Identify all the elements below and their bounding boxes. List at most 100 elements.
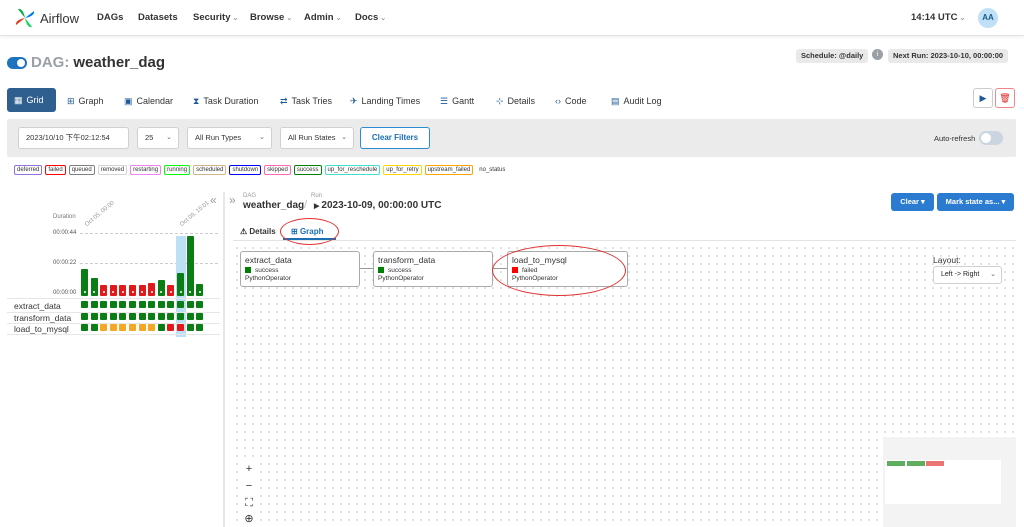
task-instance-cell[interactable] <box>81 301 88 308</box>
tab-task-duration[interactable]: ⧗ Task Duration <box>193 94 258 108</box>
task-instance-cell[interactable] <box>167 313 175 320</box>
tab-code[interactable]: ‹› Code <box>555 94 587 108</box>
task-instance-cell[interactable] <box>167 301 175 308</box>
legend-skipped[interactable]: skipped <box>264 165 291 175</box>
nav-browse[interactable]: Browse ⌄ <box>250 12 292 23</box>
collapse-grid-icon[interactable]: « <box>210 193 217 207</box>
task-instance-cell[interactable] <box>90 313 98 320</box>
legend-failed[interactable]: failed <box>45 165 66 175</box>
legend-restarting[interactable]: restarting <box>130 165 162 175</box>
task-instance-cell[interactable] <box>109 324 117 331</box>
task-instance-cell[interactable] <box>196 324 204 331</box>
task-instance-cell[interactable] <box>90 301 98 308</box>
task-instance-cell[interactable] <box>186 301 194 308</box>
tab-grid[interactable]: ▦ Grid <box>7 88 56 112</box>
tab-graph[interactable]: ⊞ Graph <box>67 94 104 108</box>
nav-datasets[interactable]: Datasets <box>138 12 178 23</box>
duration-bar[interactable] <box>90 278 98 296</box>
task-instance-cell[interactable] <box>119 301 127 308</box>
task-instance-cell[interactable] <box>138 301 146 308</box>
legend-queued[interactable]: queued <box>68 165 95 175</box>
tab-landing-times[interactable]: ✈ Landing Times <box>350 94 420 108</box>
legend-success[interactable]: success <box>293 165 322 175</box>
task-instance-cell[interactable] <box>167 324 175 331</box>
duration-bar[interactable] <box>196 284 204 296</box>
trigger-dag-button[interactable]: ▶ <box>973 88 993 108</box>
task-instance-cell[interactable] <box>196 301 204 308</box>
mark-state-button[interactable]: Mark state as... ▾ <box>937 193 1014 211</box>
task-instance-cell[interactable] <box>186 324 194 331</box>
subtab-details[interactable]: ⚠ Details <box>240 227 276 236</box>
clear-filters-button[interactable]: Clear Filters <box>360 127 430 149</box>
run-type-select[interactable]: All Run Types ⌄ <box>187 127 272 149</box>
task-instance-cell[interactable] <box>138 313 146 320</box>
nav-security[interactable]: Security ⌄ <box>193 12 238 23</box>
task-instance-cell[interactable] <box>157 313 165 320</box>
breadcrumb-run-name[interactable]: ▶ 2023-10-09, 00:00:00 UTC <box>314 200 441 211</box>
legend-shutdown[interactable]: shutdown <box>229 165 262 175</box>
task-instance-cell[interactable] <box>119 324 127 331</box>
tab-task-tries[interactable]: ⇄ Task Tries <box>280 94 332 108</box>
task-instance-cell[interactable] <box>81 313 88 320</box>
nav-admin[interactable]: Admin ⌄ <box>304 12 341 23</box>
task-instance-cell[interactable] <box>196 313 204 320</box>
task-instance-cell[interactable] <box>100 301 108 308</box>
panel-divider[interactable] <box>223 192 225 527</box>
num-runs-select[interactable]: 25 ⌄ <box>137 127 179 149</box>
legend-scheduled[interactable]: scheduled <box>193 165 227 175</box>
auto-refresh-toggle[interactable] <box>979 131 1003 145</box>
task-instance-cell[interactable] <box>148 313 156 320</box>
task-instance-cell[interactable] <box>148 301 156 308</box>
zoom-in-button[interactable]: + <box>239 461 259 477</box>
user-avatar[interactable]: AA <box>978 8 998 28</box>
task-instance-cell[interactable] <box>157 324 165 331</box>
task-name-load[interactable]: load_to_mysql <box>14 324 69 334</box>
brand-name[interactable]: Airflow <box>40 11 79 26</box>
legend-up-for-reschedule[interactable]: up_for_reschedule <box>324 165 381 175</box>
task-instance-cell[interactable] <box>177 313 184 320</box>
dag-pause-toggle[interactable] <box>7 57 27 69</box>
run-state-select[interactable]: All Run States ⌄ <box>280 127 354 149</box>
legend-running[interactable]: running <box>164 165 191 175</box>
tab-details[interactable]: ⊹ Details <box>496 94 535 108</box>
legend-removed[interactable]: removed <box>97 165 128 175</box>
task-instance-cell[interactable] <box>129 324 136 331</box>
tab-gantt[interactable]: ☰ Gantt <box>440 94 474 108</box>
tab-audit-log[interactable]: ▤ Audit Log <box>611 94 662 108</box>
task-name-transform[interactable]: transform_data <box>14 313 71 323</box>
base-date-input[interactable]: 2023/10/10 下午02:12:54 <box>18 127 129 149</box>
duration-bar[interactable] <box>157 279 165 296</box>
expand-details-icon[interactable]: » <box>229 193 236 207</box>
delete-dag-button[interactable]: 🗑 <box>995 88 1015 108</box>
airflow-logo-icon[interactable] <box>14 7 36 29</box>
layout-select[interactable]: Left -> Right ⌄ <box>933 266 1002 284</box>
graph-node-transform-data[interactable]: transform_data success PythonOperator <box>373 251 493 287</box>
task-instance-cell[interactable] <box>177 301 184 308</box>
duration-bar[interactable] <box>148 282 156 296</box>
info-icon[interactable]: i <box>872 49 883 60</box>
task-instance-cell[interactable] <box>148 324 156 331</box>
task-name-extract[interactable]: extract_data <box>14 301 61 311</box>
nav-dags[interactable]: DAGs <box>97 12 123 23</box>
duration-bar[interactable] <box>186 236 194 296</box>
tab-calendar[interactable]: ▣ Calendar <box>124 94 173 108</box>
task-instance-cell[interactable] <box>129 301 136 308</box>
timezone-clock[interactable]: 14:14 UTC ⌄ <box>911 12 965 23</box>
graph-node-extract-data[interactable]: extract_data success PythonOperator <box>240 251 360 287</box>
task-instance-cell[interactable] <box>81 324 88 331</box>
clear-run-button[interactable]: Clear ▾ <box>891 193 934 211</box>
task-instance-cell[interactable] <box>138 324 146 331</box>
legend-upstream-failed[interactable]: upstream_failed <box>424 165 474 175</box>
task-instance-cell[interactable] <box>177 324 184 331</box>
task-instance-cell[interactable] <box>129 313 136 320</box>
task-instance-cell[interactable] <box>186 313 194 320</box>
task-instance-cell[interactable] <box>109 313 117 320</box>
fit-view-button[interactable]: ⛶ <box>239 495 259 511</box>
task-instance-cell[interactable] <box>100 313 108 320</box>
legend-deferred[interactable]: deferred <box>14 165 43 175</box>
task-instance-cell[interactable] <box>100 324 108 331</box>
center-button[interactable]: ⊕ <box>239 511 259 527</box>
task-instance-cell[interactable] <box>109 301 117 308</box>
legend-up-for-retry[interactable]: up_for_retry <box>383 165 422 175</box>
breadcrumb-dag-name[interactable]: weather_dag <box>243 200 304 211</box>
